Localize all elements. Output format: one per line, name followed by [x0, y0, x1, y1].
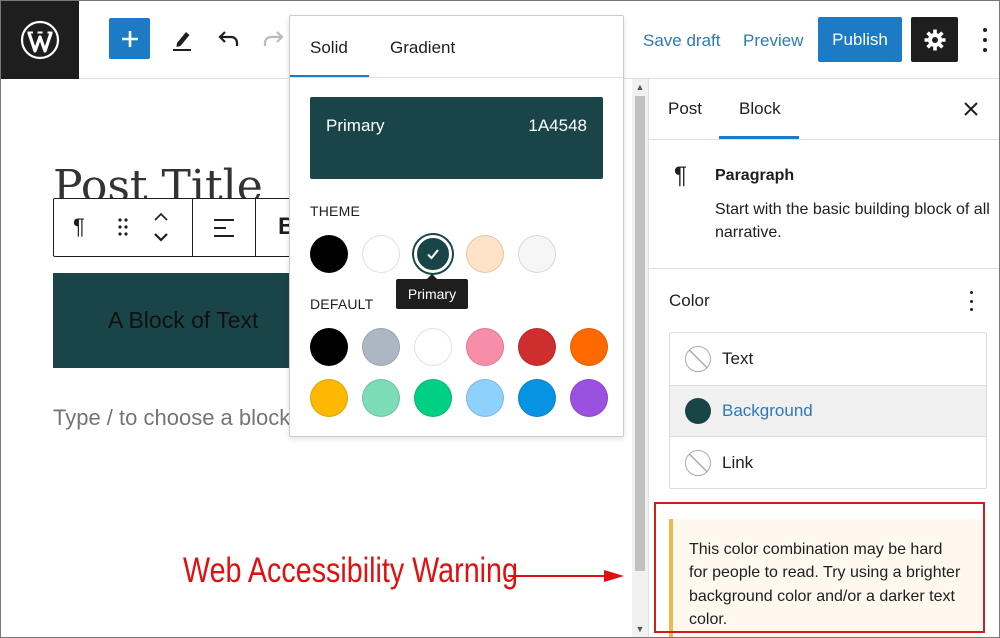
scrollbar-thumb[interactable] [635, 96, 645, 571]
swatch-tooltip: Primary [396, 274, 468, 309]
color-swatch[interactable] [362, 379, 400, 417]
paragraph-block-icon: ¶ [674, 162, 687, 189]
sidebar-divider [648, 79, 649, 637]
block-description: Start with the basic building block of a… [715, 201, 990, 241]
color-swatch[interactable] [466, 328, 504, 366]
color-swatch[interactable] [414, 379, 452, 417]
drag-handle-icon[interactable] [116, 216, 130, 238]
move-up-down-icon[interactable] [152, 209, 170, 245]
color-swatch[interactable] [518, 328, 556, 366]
tab-divider [290, 77, 623, 78]
wordpress-logo-button[interactable] [1, 1, 79, 79]
dot [983, 38, 987, 42]
toolbar-separator [192, 199, 193, 256]
scroll-down-arrow-icon[interactable]: ▼ [633, 623, 647, 635]
gear-icon [924, 29, 945, 50]
color-panel-title[interactable]: Color [669, 291, 710, 311]
tab-post[interactable]: Post [668, 99, 702, 119]
color-swatch[interactable] [310, 235, 348, 273]
undo-icon [218, 31, 239, 46]
paragraph-block[interactable]: A Block of Text [53, 273, 303, 368]
redo-icon [263, 31, 284, 46]
theme-palette-label: THEME [310, 203, 360, 219]
color-indicator-icon [685, 398, 711, 424]
undo-button[interactable] [214, 23, 244, 55]
color-item-label: Background [722, 401, 813, 420]
dot [983, 28, 987, 32]
dot [969, 299, 973, 303]
wordpress-icon [20, 20, 60, 60]
tab-block[interactable]: Block [739, 99, 781, 119]
color-swatch[interactable] [518, 235, 556, 273]
publish-button[interactable]: Publish [818, 17, 902, 62]
color-item-text[interactable]: Text [670, 333, 986, 385]
color-swatch[interactable] [466, 379, 504, 417]
tools-button[interactable] [167, 23, 197, 55]
theme-palette [310, 235, 556, 273]
color-item-label: Link [722, 453, 754, 472]
save-draft-button[interactable]: Save draft [643, 31, 721, 51]
redo-button[interactable] [259, 23, 287, 55]
color-panel-options-button[interactable] [966, 291, 976, 311]
default-palette-label: DEFAULT [310, 296, 374, 312]
color-item-link[interactable]: Link [670, 437, 986, 489]
checkmark-icon [427, 249, 439, 260]
selected-color-hex: 1A4548 [528, 116, 587, 135]
color-swatch[interactable] [570, 379, 608, 417]
block-toolbar: ¶ B [53, 198, 313, 257]
color-settings-list: Text Background Link [669, 332, 987, 489]
dot [969, 291, 973, 294]
selected-color-name: Primary [326, 116, 385, 135]
selected-color-preview[interactable]: Primary 1A4548 [310, 97, 603, 179]
editor-window: Save draft Preview Publish Post Title ¶ [0, 0, 1000, 638]
arrow-icon [508, 567, 626, 585]
color-picker-popover: Solid Gradient Primary 1A4548 THEME Prim… [289, 15, 624, 437]
color-swatch[interactable] [362, 328, 400, 366]
color-item-background[interactable]: Background [670, 385, 986, 437]
color-swatch-selected[interactable] [414, 235, 452, 273]
default-palette [310, 328, 610, 417]
add-block-button[interactable] [109, 18, 150, 59]
color-swatch[interactable] [310, 379, 348, 417]
no-color-icon [685, 346, 711, 372]
preview-button[interactable]: Preview [743, 31, 803, 51]
scroll-up-arrow-icon[interactable]: ▲ [633, 81, 647, 93]
color-swatch[interactable] [518, 379, 556, 417]
sidebar-section-divider [649, 268, 999, 269]
dot [983, 48, 987, 52]
pilcrow-icon[interactable]: ¶ [73, 214, 85, 240]
color-swatch[interactable] [414, 328, 452, 366]
color-swatch[interactable] [310, 328, 348, 366]
block-name: Paragraph [715, 167, 795, 184]
block-placeholder[interactable]: Type / to choose a block [53, 405, 290, 431]
align-left-icon[interactable] [212, 217, 236, 239]
color-swatch[interactable] [570, 328, 608, 366]
sidebar-tab-divider [649, 139, 999, 140]
options-menu-button[interactable] [975, 25, 995, 55]
color-swatch[interactable] [362, 235, 400, 273]
plus-icon [121, 30, 138, 47]
color-swatch[interactable] [466, 235, 504, 273]
pencil-icon [173, 32, 191, 51]
close-sidebar-button[interactable] [961, 98, 981, 120]
toolbar-separator [255, 199, 256, 256]
no-color-icon [685, 450, 711, 476]
annotation-label: Web Accessibility Warning [183, 551, 518, 590]
tab-solid[interactable]: Solid [310, 38, 348, 58]
dot [969, 308, 973, 311]
warning-highlight-box [654, 502, 985, 633]
close-icon [964, 102, 978, 116]
color-item-label: Text [722, 349, 754, 368]
tab-gradient[interactable]: Gradient [390, 38, 455, 58]
settings-button[interactable] [911, 17, 958, 62]
